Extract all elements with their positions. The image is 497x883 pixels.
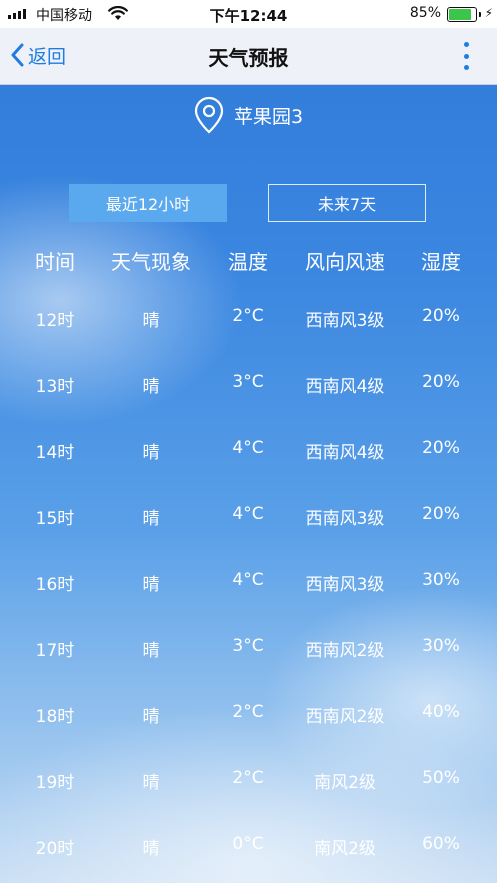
- cell-time: 12时: [35, 311, 75, 331]
- tab-next-7-days[interactable]: 未来7天: [268, 184, 426, 222]
- cell-humidity: 20%: [422, 306, 460, 326]
- cell-wind: 西南风3级: [305, 509, 385, 529]
- cell-temperature: 0°C: [232, 834, 264, 854]
- cell-humidity: 60%: [422, 834, 460, 854]
- header-temperature: 温度: [228, 250, 268, 274]
- cell-humidity: 20%: [422, 438, 460, 458]
- cell-weather: 晴: [142, 443, 160, 463]
- cell-temperature: 4°C: [232, 570, 264, 590]
- cell-weather: 晴: [142, 773, 160, 793]
- cell-wind: 西南风4级: [305, 443, 385, 463]
- cell-humidity: 40%: [422, 702, 460, 722]
- charging-icon: ⚡: [484, 6, 493, 20]
- cell-time: 14时: [35, 443, 75, 463]
- cell-wind: 西南风2级: [305, 641, 385, 661]
- location-label[interactable]: 苹果园3: [0, 96, 497, 134]
- cell-humidity: 30%: [422, 570, 460, 590]
- battery-tip: [479, 12, 481, 17]
- cell-weather: 晴: [142, 575, 160, 595]
- cell-wind: 南风2级: [314, 773, 376, 793]
- table-row: 12时 晴 2°C 西南风3级 20%: [0, 306, 497, 331]
- location-pin-icon: [194, 96, 224, 134]
- cell-temperature: 4°C: [232, 438, 264, 458]
- cell-temperature: 2°C: [232, 768, 264, 788]
- battery-fill: [449, 9, 471, 20]
- table-row: 14时 晴 4°C 西南风4级 20%: [0, 438, 497, 463]
- cell-wind: 西南风3级: [305, 311, 385, 331]
- cell-weather: 晴: [142, 641, 160, 661]
- table-row: 17时 晴 3°C 西南风2级 30%: [0, 636, 497, 661]
- cell-wind: 西南风4级: [305, 377, 385, 397]
- table-row: 15时 晴 4°C 西南风3级 20%: [0, 504, 497, 529]
- cell-wind: 西南风2级: [305, 707, 385, 727]
- cell-weather: 晴: [142, 509, 160, 529]
- table-row: 16时 晴 4°C 西南风3级 30%: [0, 570, 497, 595]
- cell-humidity: 50%: [422, 768, 460, 788]
- cell-humidity: 20%: [422, 504, 460, 524]
- cell-temperature: 2°C: [232, 702, 264, 722]
- table-row: 18时 晴 2°C 西南风2级 40%: [0, 702, 497, 727]
- more-options-icon[interactable]: [463, 42, 469, 70]
- page-title: 天气预报: [208, 46, 289, 70]
- table-row: 20时 晴 0°C 南风2级 60%: [0, 834, 497, 859]
- header-humidity: 湿度: [421, 250, 461, 274]
- cell-weather: 晴: [142, 839, 160, 859]
- cell-temperature: 2°C: [232, 306, 264, 326]
- table-row: 13时 晴 3°C 西南风4级 20%: [0, 372, 497, 397]
- cell-time: 13时: [35, 377, 75, 397]
- table-row: 19时 晴 2°C 南风2级 50%: [0, 768, 497, 793]
- location-name: 苹果园3: [233, 105, 304, 128]
- cell-temperature: 3°C: [232, 372, 264, 392]
- cell-time: 16时: [35, 575, 75, 595]
- cell-temperature: 4°C: [232, 504, 264, 524]
- header-weather: 天气现象: [111, 250, 191, 274]
- cell-humidity: 30%: [422, 636, 460, 656]
- nav-bar: 返回 天气预报: [0, 28, 497, 85]
- cell-time: 20时: [35, 839, 75, 859]
- cell-time: 18时: [35, 707, 75, 727]
- cell-weather: 晴: [142, 377, 160, 397]
- header-time: 时间: [35, 250, 75, 274]
- table-header: 时间 天气现象 温度 风向风速 湿度: [0, 246, 497, 276]
- header-wind: 风向风速: [305, 250, 385, 274]
- cell-time: 19时: [35, 773, 75, 793]
- status-bar: 中国移动 下午12:44 85% ⚡: [0, 0, 497, 28]
- tab-next-12-hours[interactable]: 最近12小时: [69, 184, 227, 222]
- battery-percent: 85%: [409, 5, 441, 21]
- cell-humidity: 20%: [422, 372, 460, 392]
- cell-wind: 南风2级: [314, 839, 376, 859]
- cell-wind: 西南风3级: [305, 575, 385, 595]
- weather-screen: 中国移动 下午12:44 85% ⚡ 返回 天气预报 苹果园3 最近12小时 未…: [0, 0, 497, 883]
- cell-time: 17时: [35, 641, 75, 661]
- cell-weather: 晴: [142, 707, 160, 727]
- battery-icon: [447, 7, 481, 22]
- cell-time: 15时: [35, 509, 75, 529]
- cell-temperature: 3°C: [232, 636, 264, 656]
- cell-weather: 晴: [142, 311, 160, 331]
